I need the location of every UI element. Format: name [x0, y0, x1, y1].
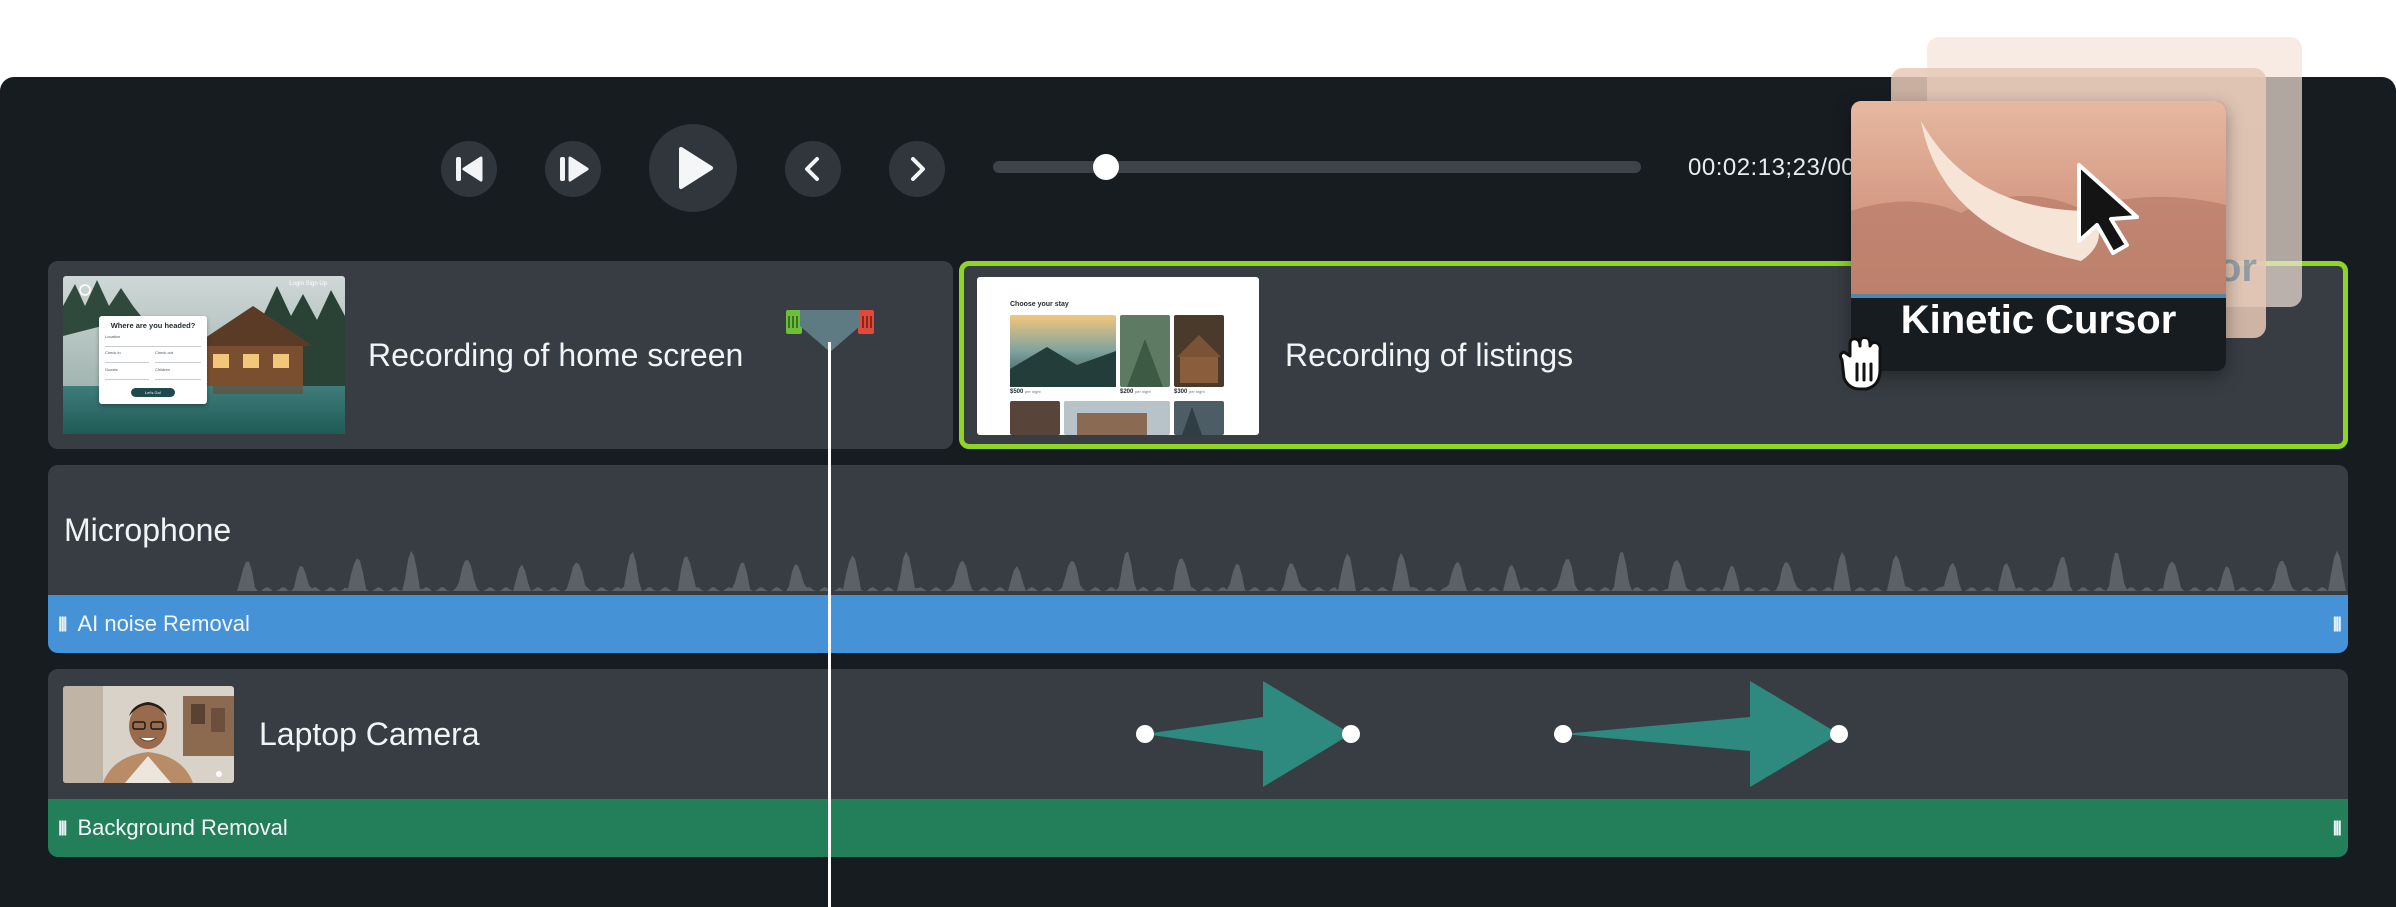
clip-listings-label: Recording of listings — [1285, 337, 1574, 373]
keyframe-3 — [1554, 725, 1572, 743]
animation-arrows — [1136, 681, 1848, 787]
background-removal-effect[interactable]: ||| Background Removal ||| — [48, 799, 2348, 857]
effect-right-handle[interactable]: ||| — [2333, 615, 2343, 633]
waveform-shape — [48, 550, 2348, 591]
home-screen-thumbnail: Login Sign Up Where are you headed? Loca… — [63, 276, 345, 434]
skip-back-icon — [456, 156, 483, 182]
ai-noise-removal-label: AI noise Removal — [77, 611, 250, 636]
animation-arrow-1 — [1145, 681, 1351, 787]
next-button[interactable] — [889, 141, 945, 197]
keyframe-1 — [1136, 725, 1154, 743]
clip-home-screen-label: Recording of home screen — [368, 337, 744, 373]
playback-scrubber[interactable] — [993, 154, 1641, 180]
scrubber-handle[interactable] — [1093, 154, 1120, 180]
kinetic-cursor-title: Kinetic Cursor — [1900, 298, 2177, 342]
effect-left-handle[interactable]: ||| — [58, 819, 68, 837]
playhead-line — [828, 342, 831, 907]
home-top-links: Login Sign Up — [289, 281, 327, 287]
effect-left-handle[interactable]: ||| — [58, 615, 68, 633]
next-icon — [911, 157, 925, 181]
keyframe-4 — [1830, 725, 1848, 743]
frame-back-button[interactable] — [545, 141, 601, 197]
field-children: Children — [155, 367, 170, 372]
field-guests: Guests — [105, 367, 118, 372]
field-location: Location — [105, 334, 121, 339]
grab-hand-icon — [1838, 336, 1882, 391]
search-card-heading: Where are you headed? — [110, 321, 196, 330]
lets-go-button: Let's Go! — [131, 388, 175, 397]
listing-price-1: $500 per night — [1010, 389, 1041, 395]
kinetic-cursor-card[interactable]: Kinetic Cursor — [1851, 101, 2226, 371]
listings-thumbnail: Choose your stay $500 per night $200 per… — [977, 277, 1259, 435]
timecode: 00:02:13;23/00 — [1688, 154, 1856, 181]
clip-home-screen[interactable]: Login Sign Up Where are you headed? Loca… — [48, 261, 953, 449]
keyframe-2 — [1342, 725, 1360, 743]
listing-price-2: $200 per night — [1120, 389, 1151, 395]
skip-back-button[interactable] — [441, 141, 497, 197]
ai-noise-removal-effect[interactable]: ||| AI noise Removal ||| — [48, 595, 2348, 653]
animation-arrow-2 — [1563, 681, 1839, 787]
audio-waveform — [48, 550, 2348, 591]
field-check-in: Check in — [105, 350, 121, 355]
background-removal-label: Background Removal — [77, 815, 288, 840]
play-icon — [679, 147, 713, 189]
kinetic-cursor-preview — [1851, 101, 2226, 298]
listing-price-3: $300 per night — [1174, 389, 1205, 395]
listings-images — [1010, 315, 1224, 435]
previous-button[interactable] — [785, 141, 841, 197]
field-check-out: Check out — [155, 350, 174, 355]
play-button[interactable] — [649, 124, 737, 212]
search-card: Where are you headed? Location Check in … — [99, 316, 207, 404]
effect-right-handle[interactable]: ||| — [2333, 819, 2343, 837]
prev-icon — [805, 157, 819, 181]
frame-back-icon — [560, 156, 589, 182]
